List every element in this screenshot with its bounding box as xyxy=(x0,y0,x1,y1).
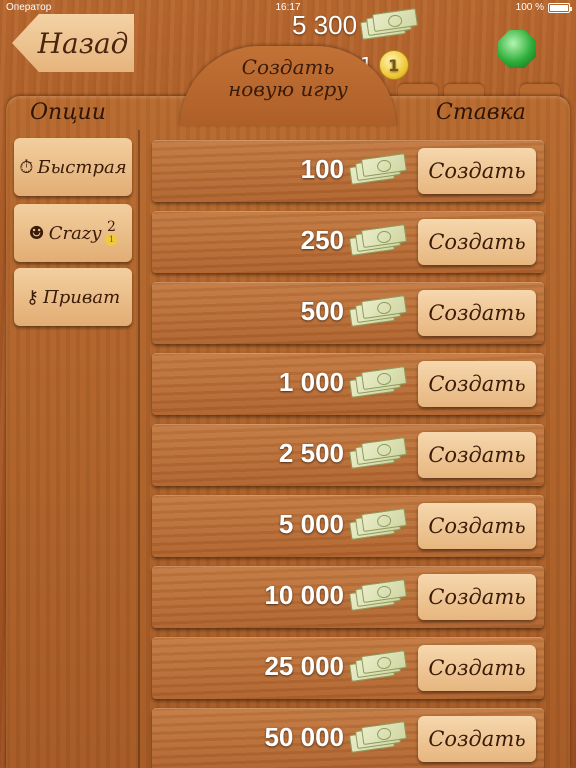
option-label: Быстрая xyxy=(37,156,127,178)
option-private-button[interactable]: ⚷ Приват xyxy=(14,268,132,326)
battery-percent: 100 % xyxy=(515,2,544,13)
stake-row: 1 000 Создать xyxy=(152,353,544,415)
clock: 16:17 xyxy=(275,2,301,13)
stake-row: 5 000 Создать xyxy=(152,495,544,557)
status-bar: Оператор 16:17 100 % xyxy=(0,0,576,16)
create-button[interactable]: Создать xyxy=(418,219,536,265)
crazy-face-icon: ☻ xyxy=(28,222,45,244)
create-button[interactable]: Создать xyxy=(418,361,536,407)
back-button[interactable]: Назад xyxy=(12,14,134,72)
create-button[interactable]: Создать xyxy=(418,645,536,691)
stake-row: 2 500 Создать xyxy=(152,424,544,486)
option-label: Crazy xyxy=(48,222,102,244)
money-icon xyxy=(348,366,408,398)
money-icon xyxy=(348,437,408,469)
stake-row: 50 000 Создать xyxy=(152,708,544,768)
stake-amount: 1 000 xyxy=(278,367,344,397)
stake-row: 25 000 Создать xyxy=(152,637,544,699)
stake-amount: 250 xyxy=(300,225,344,255)
tab-title-line1: Создать xyxy=(241,55,335,79)
money-icon xyxy=(348,508,408,540)
money-icon xyxy=(348,295,408,327)
stake-row: 100 Создать xyxy=(152,140,544,202)
stake-amount: 25 000 xyxy=(264,651,344,681)
battery-status: 100 % xyxy=(515,2,572,13)
money-icon xyxy=(348,579,408,611)
emerald-gem-icon[interactable] xyxy=(498,30,536,68)
mini-coin-icon: 1 xyxy=(105,234,118,246)
option-crazy-button[interactable]: ☻ Crazy 2 1 xyxy=(14,204,132,262)
money-icon xyxy=(348,721,408,753)
stake-amount: 2 500 xyxy=(278,438,344,468)
stopwatch-icon: ⏱ xyxy=(19,156,34,178)
option-fast-button[interactable]: ⏱ Быстрая xyxy=(14,138,132,196)
stakes-list: 100 Создать 250 Создать 500 Создать 1 00… xyxy=(146,136,544,768)
stake-amount: 500 xyxy=(300,296,344,326)
stake-row: 10 000 Создать xyxy=(152,566,544,628)
create-button[interactable]: Создать xyxy=(418,290,536,336)
stake-amount: 50 000 xyxy=(264,722,344,752)
money-icon xyxy=(360,8,419,40)
money-icon xyxy=(348,650,408,682)
stake-amount: 10 000 xyxy=(264,580,344,610)
create-button[interactable]: Создать xyxy=(418,148,536,194)
option-label: Приват xyxy=(43,286,121,308)
key-icon: ⚷ xyxy=(25,286,40,308)
crazy-price: 2 1 xyxy=(105,219,118,246)
create-button[interactable]: Создать xyxy=(418,432,536,478)
balance-amount: 5 300 xyxy=(292,9,358,40)
stake-row: 250 Создать xyxy=(152,211,544,273)
stake-amount: 100 xyxy=(300,154,344,184)
coin-icon: 1 xyxy=(378,50,409,80)
battery-icon xyxy=(548,2,572,13)
create-button[interactable]: Создать xyxy=(418,716,536,762)
options-title: Опции xyxy=(30,100,106,125)
money-balance: 5 300 xyxy=(292,8,419,40)
options-column: ⏱ Быстрая ☻ Crazy 2 1 ⚷ Приват xyxy=(10,130,140,768)
crazy-count-value: 2 xyxy=(106,219,116,235)
create-button[interactable]: Создать xyxy=(418,574,536,620)
tab-title-line2: новую игру xyxy=(228,77,348,101)
create-button[interactable]: Создать xyxy=(418,503,536,549)
stake-row: 500 Создать xyxy=(152,282,544,344)
money-icon xyxy=(348,224,408,256)
stake-amount: 5 000 xyxy=(278,509,344,539)
stake-title: Ставка xyxy=(436,100,526,125)
money-icon xyxy=(348,153,408,185)
